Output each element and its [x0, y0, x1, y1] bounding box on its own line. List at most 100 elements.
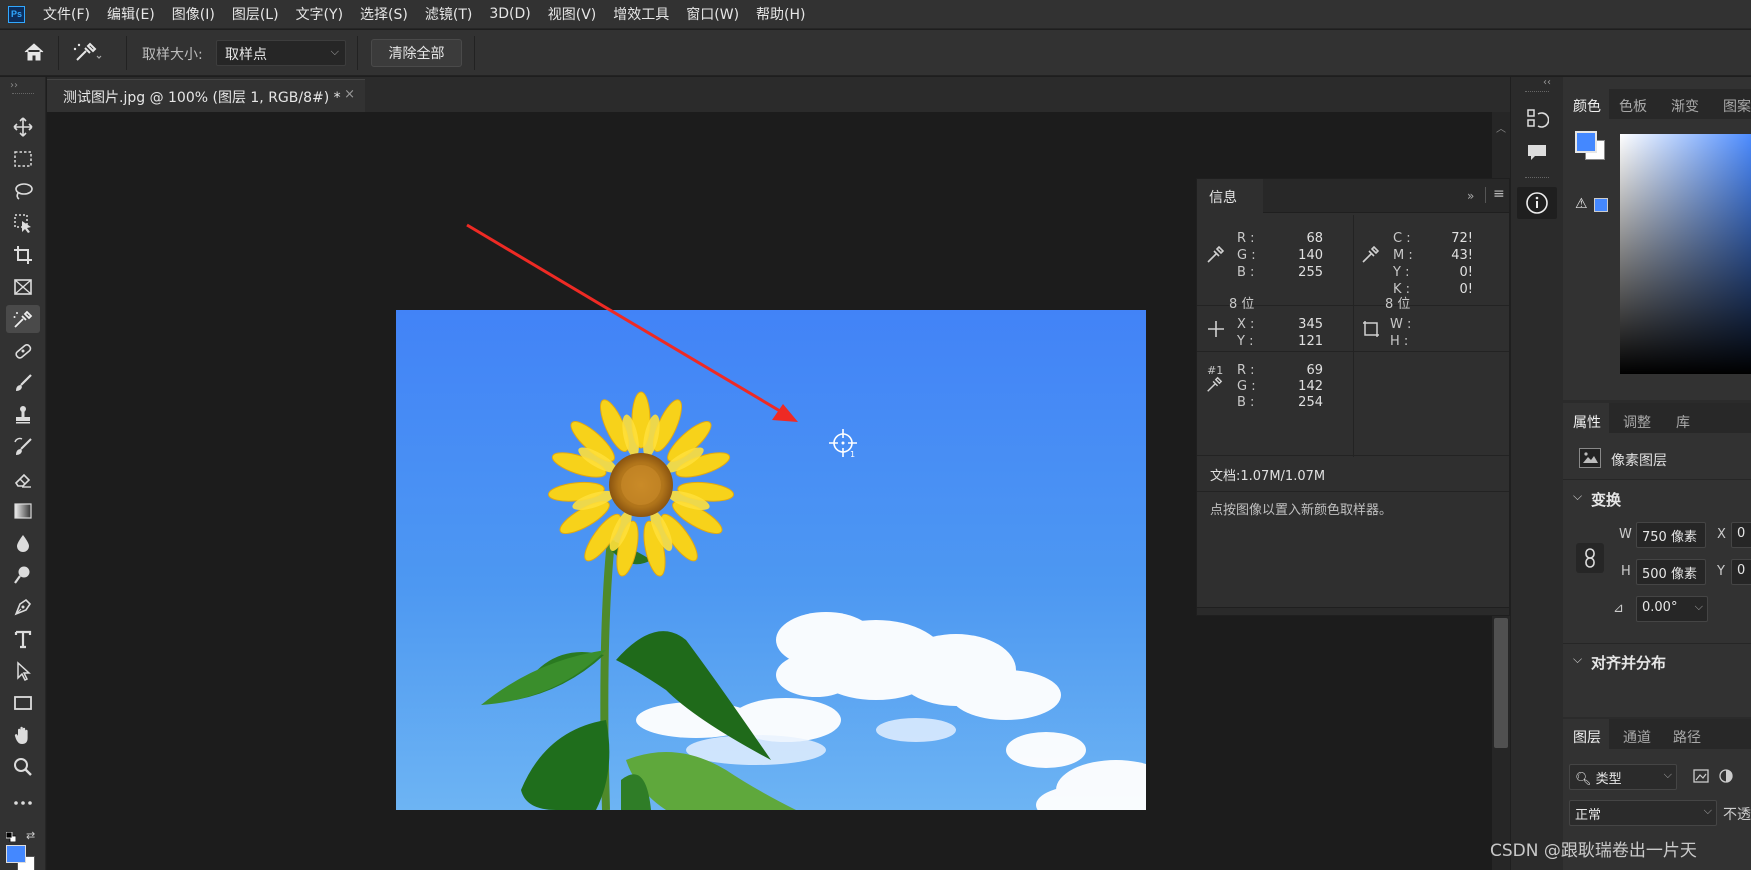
type-tool-icon[interactable]: [6, 625, 40, 653]
x-label: X :: [1237, 317, 1255, 332]
filter-adjustment-icon[interactable]: [1718, 768, 1734, 788]
layer-type-label: 像素图层: [1611, 453, 1667, 469]
angle-icon: ⊿: [1613, 601, 1624, 616]
y-field[interactable]: 0: [1731, 559, 1751, 585]
chevron-down-icon[interactable]: ⌵: [1573, 652, 1582, 667]
tab-gradients[interactable]: 渐变: [1671, 96, 1699, 116]
menu-file[interactable]: 文件(F): [43, 4, 90, 24]
menu-plugins[interactable]: 增效工具: [613, 4, 669, 24]
filter-pixel-icon[interactable]: [1693, 768, 1709, 788]
clear-all-button[interactable]: 清除全部: [371, 39, 462, 67]
tab-adjustments[interactable]: 调整: [1623, 412, 1651, 432]
menu-type[interactable]: 文字(Y): [296, 4, 343, 24]
crop-tool-icon[interactable]: [6, 241, 40, 269]
photoshop-logo: Ps: [8, 5, 25, 23]
menu-window[interactable]: 窗口(W): [686, 4, 739, 24]
more-tools-icon[interactable]: [6, 789, 40, 817]
transform-header[interactable]: 变换: [1591, 489, 1621, 510]
panel-icon-strip: ‹‹: [1510, 77, 1562, 870]
eraser-tool-icon[interactable]: [6, 465, 40, 493]
options-separator: [357, 36, 358, 70]
history-icon[interactable]: [1525, 107, 1550, 135]
default-colors-icon[interactable]: [5, 831, 17, 843]
layer-filter-select[interactable]: 🔍︎ 类型 ⌵: [1569, 764, 1677, 790]
chevron-down-icon: ⌵: [330, 45, 339, 58]
sampler-r-label: R :: [1237, 363, 1255, 378]
menu-filter[interactable]: 滤镜(T): [425, 4, 472, 24]
lasso-tool-icon[interactable]: [6, 177, 40, 205]
gradient-tool-icon[interactable]: [6, 497, 40, 525]
tab-patterns[interactable]: 图案: [1723, 96, 1751, 116]
frame-tool-icon[interactable]: [6, 273, 40, 301]
move-tool-icon[interactable]: [6, 113, 40, 141]
tab-libraries[interactable]: 库: [1676, 412, 1690, 432]
expand-icon[interactable]: ››: [10, 80, 18, 91]
color-sampler-tool-icon[interactable]: [72, 39, 102, 69]
menu-image[interactable]: 图像(I): [172, 4, 215, 24]
menu-view[interactable]: 视图(V): [548, 4, 597, 24]
web-color-swatch[interactable]: [1594, 198, 1608, 212]
menu-select[interactable]: 选择(S): [360, 4, 408, 24]
path-selection-tool-icon[interactable]: [6, 657, 40, 685]
panel-resize-handle[interactable]: [1197, 607, 1509, 615]
menu-edit[interactable]: 编辑(E): [107, 4, 155, 24]
document-size: 文档:1.07M/1.07M: [1210, 469, 1326, 484]
collapse-icon[interactable]: ‹‹: [1543, 77, 1551, 88]
chevron-down-icon[interactable]: ⌵: [1573, 489, 1582, 504]
align-distribute-header[interactable]: 对齐并分布: [1591, 652, 1666, 673]
zoom-tool-icon[interactable]: [6, 753, 40, 781]
height-label: H: [1621, 564, 1631, 579]
color-sampler-marker-icon[interactable]: 1: [826, 426, 860, 460]
comments-icon[interactable]: [1525, 141, 1549, 169]
sample-size-select[interactable]: 取样点 ⌵: [216, 40, 346, 66]
tab-paths[interactable]: 路径: [1673, 727, 1701, 747]
object-select-tool-icon[interactable]: [6, 209, 40, 237]
rectangle-tool-icon[interactable]: [6, 689, 40, 717]
document-tab[interactable]: 测试图片.jpg @ 100% (图层 1, RGB/8#) * ×: [47, 79, 365, 112]
info-hint: 点按图像以置入新颜色取样器。: [1210, 503, 1393, 518]
clone-stamp-tool-icon[interactable]: [6, 401, 40, 429]
link-icon[interactable]: [1576, 543, 1604, 573]
width-field[interactable]: 750 像素: [1636, 522, 1706, 548]
tab-color[interactable]: 颜色: [1573, 96, 1601, 116]
scroll-up-icon[interactable]: ︿: [1496, 120, 1506, 135]
menu-layer[interactable]: 图层(L): [232, 4, 279, 24]
menu-bar: Ps 文件(F) 编辑(E) 图像(I) 图层(L) 文字(Y) 选择(S) 滤…: [0, 0, 1751, 29]
csdn-watermark: CSDN @跟耿瑞卷出一片天: [1490, 841, 1697, 861]
swap-colors-icon[interactable]: ⇄: [26, 829, 35, 842]
sampler-r-value: 69: [1306, 363, 1323, 378]
scrollbar-thumb[interactable]: [1494, 618, 1508, 748]
sampler-g-label: G :: [1237, 379, 1256, 394]
close-icon[interactable]: ×: [344, 87, 355, 102]
x-field[interactable]: 0: [1731, 522, 1751, 548]
angle-field[interactable]: 0.00° ⌵: [1636, 596, 1708, 622]
tab-layers[interactable]: 图层: [1573, 727, 1601, 747]
marquee-tool-icon[interactable]: [6, 145, 40, 173]
foreground-color-swatch[interactable]: [1575, 131, 1597, 153]
brush-tool-icon[interactable]: [6, 369, 40, 397]
blend-mode-select[interactable]: 正常 ⌵: [1569, 800, 1717, 826]
selection-size-icon: [1361, 319, 1381, 343]
menu-help[interactable]: 帮助(H): [756, 4, 805, 24]
color-sampler-tool-icon[interactable]: [6, 305, 40, 333]
pen-tool-icon[interactable]: [6, 593, 40, 621]
tab-properties[interactable]: 属性: [1573, 412, 1601, 432]
dodge-tool-icon[interactable]: [6, 561, 40, 589]
foreground-color-swatch[interactable]: [6, 845, 26, 863]
tab-info[interactable]: 信息: [1197, 179, 1263, 214]
panel-menu-icon[interactable]: ≡: [1493, 186, 1505, 202]
menu-3d[interactable]: 3D(D): [489, 6, 530, 22]
tab-channels[interactable]: 通道: [1623, 727, 1651, 747]
collapse-panel-icon[interactable]: »: [1467, 189, 1474, 203]
home-icon[interactable]: [22, 40, 46, 68]
healing-brush-tool-icon[interactable]: [6, 337, 40, 365]
sampler-g-value: 142: [1298, 379, 1323, 394]
document-tab-title: 测试图片.jpg @ 100% (图层 1, RGB/8#) *: [63, 90, 341, 106]
color-picker-field[interactable]: [1620, 134, 1751, 374]
blur-tool-icon[interactable]: [6, 529, 40, 557]
info-panel-icon[interactable]: [1517, 187, 1557, 219]
height-field[interactable]: 500 像素: [1636, 559, 1706, 585]
history-brush-tool-icon[interactable]: [6, 433, 40, 461]
tab-swatches[interactable]: 色板: [1619, 96, 1647, 116]
hand-tool-icon[interactable]: [6, 721, 40, 749]
